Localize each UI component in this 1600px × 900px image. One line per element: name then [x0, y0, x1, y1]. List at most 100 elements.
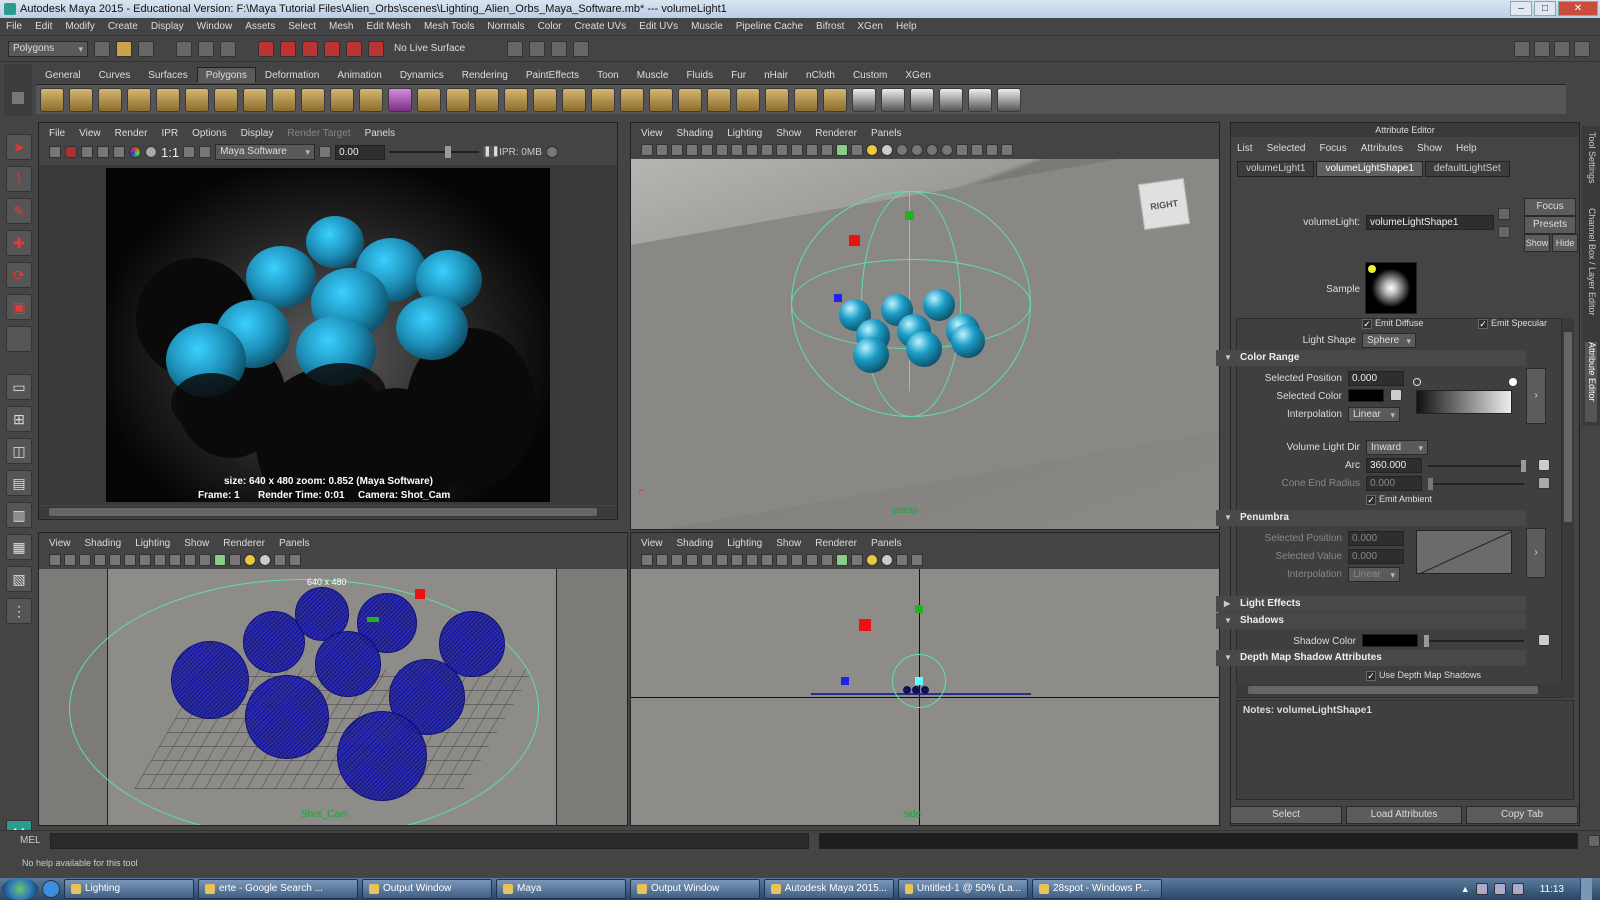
wireframe-on-shaded-icon[interactable] [836, 144, 848, 156]
shelf-uv-editor-icon[interactable] [939, 87, 963, 112]
resolution-gate-icon[interactable] [731, 144, 743, 156]
render-frame-icon[interactable] [529, 40, 546, 57]
cone-end-radius-field[interactable]: 0.000 [1366, 476, 1422, 491]
show-desktop-button[interactable] [1580, 878, 1592, 900]
menu-display[interactable]: Display [151, 21, 184, 32]
bookmark-icon[interactable] [79, 554, 91, 566]
shelf-tab-polygons[interactable]: Polygons [196, 67, 256, 83]
rv-menu-file[interactable]: File [49, 128, 65, 139]
use-depth-map-checkbox[interactable]: ✓ Use Depth Map Shadows [1366, 670, 1481, 681]
side-menu-shading[interactable]: Shading [677, 538, 714, 549]
camera-attr-icon[interactable] [656, 144, 668, 156]
exposure-slider[interactable] [389, 146, 480, 158]
taskbar-item-output-window[interactable]: Output Window [630, 879, 760, 899]
ae-menu-selected[interactable]: Selected [1267, 143, 1306, 154]
persp-menu-show[interactable]: Show [776, 128, 801, 139]
snap-view-icon[interactable] [324, 40, 340, 57]
shelf-tab-rendering[interactable]: Rendering [453, 67, 517, 83]
shelf-pipe-icon[interactable] [243, 87, 267, 112]
flag-icon[interactable] [1475, 883, 1488, 895]
image-plane-icon[interactable] [686, 554, 698, 566]
shadows-icon[interactable] [881, 144, 893, 156]
ramp-handle-end[interactable] [1509, 378, 1517, 386]
safe-title-icon[interactable] [791, 144, 803, 156]
xray-icon[interactable] [971, 144, 983, 156]
shelf-merge-icon[interactable] [765, 87, 789, 112]
exposure-field[interactable]: 0.00 [335, 144, 386, 160]
shelf-tab-fur[interactable]: Fur [722, 67, 755, 83]
penumbra-curve-graph[interactable] [1416, 530, 1512, 574]
emit-ambient-checkbox[interactable]: ✓ Emit Ambient [1366, 494, 1432, 505]
shadow-color-slider[interactable] [1424, 635, 1524, 647]
menu-file[interactable]: File [6, 21, 22, 32]
penumbra-selected-value-field[interactable]: 0.000 [1348, 549, 1404, 564]
rv-menu-ipr[interactable]: IPR [161, 128, 178, 139]
shotcam-menu-panels[interactable]: Panels [279, 538, 310, 549]
taskbar-item-autodesk-maya-2015[interactable]: Autodesk Maya 2015... [764, 879, 894, 899]
persp-viewport[interactable]: RIGHT ⌐ persp [631, 159, 1219, 529]
shadows-icon[interactable] [259, 554, 271, 566]
refresh-icon[interactable] [113, 146, 125, 158]
gate-mask-icon[interactable] [746, 144, 758, 156]
shotcam-menu-view[interactable]: View [49, 538, 71, 549]
hide-button[interactable]: Hide [1552, 234, 1578, 252]
snap-point-icon[interactable] [302, 40, 318, 57]
scale-tool-icon[interactable]: ▣ [6, 294, 32, 320]
shelf-split-icon[interactable] [678, 87, 702, 112]
shelf-tab-painteffects[interactable]: PaintEffects [517, 67, 588, 83]
depth-map-section[interactable]: ▼ Depth Map Shadow Attributes [1216, 650, 1526, 666]
persp-menu-view[interactable]: View [641, 128, 663, 139]
menuset-dropdown[interactable]: Polygons [8, 40, 88, 57]
select-tool-icon[interactable]: ➤ [6, 134, 32, 160]
script-editor-icon[interactable] [1588, 834, 1600, 847]
select-hierarchy-icon[interactable] [176, 40, 192, 57]
menu-mesh-tools[interactable]: Mesh Tools [424, 21, 474, 32]
color-selected-position-field[interactable]: 0.000 [1348, 371, 1404, 386]
rotate-tool-icon[interactable]: ⟳ [6, 262, 32, 288]
side-menu-renderer[interactable]: Renderer [815, 538, 857, 549]
menu-xgen[interactable]: XGen [857, 21, 883, 32]
single-pane-layout-icon[interactable]: ▭ [6, 374, 32, 400]
render-settings-icon[interactable] [573, 40, 590, 57]
shelf-tab-surfaces[interactable]: Surfaces [139, 67, 196, 83]
shelf-reduce-icon[interactable] [475, 87, 499, 112]
textured-icon[interactable] [851, 554, 863, 566]
camera-attr-icon[interactable] [64, 554, 76, 566]
emit-specular-checkbox[interactable]: ✓ Emit Specular [1478, 318, 1547, 329]
shelf-mirror-icon[interactable] [504, 87, 528, 112]
tray-arrow-icon[interactable]: ▲ [1461, 884, 1470, 894]
color-range-section[interactable]: ▼ Color Range [1216, 350, 1526, 366]
grid-icon[interactable] [701, 144, 713, 156]
shadow-color-swatch[interactable] [1362, 634, 1418, 647]
shelf-boolean-icon[interactable] [533, 87, 557, 112]
selected-color-swatch[interactable] [1348, 389, 1384, 402]
ae-menu-attributes[interactable]: Attributes [1361, 143, 1403, 154]
persp-menu-lighting[interactable]: Lighting [727, 128, 762, 139]
ae-tab-defaultlightset[interactable]: defaultLightSet [1424, 161, 1510, 177]
rv-menu-display[interactable]: Display [241, 128, 274, 139]
shelf-tab-deformation[interactable]: Deformation [256, 67, 328, 83]
shotcam-menu-show[interactable]: Show [184, 538, 209, 549]
network-icon[interactable] [1493, 883, 1506, 895]
paint-select-icon[interactable]: ✎ [6, 198, 32, 224]
film-gate-icon[interactable] [716, 554, 728, 566]
rgb-channel-icon[interactable] [129, 146, 141, 158]
render-region-icon[interactable] [65, 146, 77, 158]
grid-icon[interactable] [701, 554, 713, 566]
ae-menu-help[interactable]: Help [1456, 143, 1477, 154]
image-plane-icon[interactable] [94, 554, 106, 566]
taskbar-item-erte-google-search[interactable]: erte - Google Search ... [198, 879, 358, 899]
alpha-channel-icon[interactable] [145, 146, 157, 158]
taskbar-item-untitled-1-50-la[interactable]: Untitled-1 @ 50% (La... [898, 879, 1028, 899]
taskbar-item-output-window[interactable]: Output Window [362, 879, 492, 899]
use-all-lights-icon[interactable] [866, 144, 878, 156]
cone-map-icon[interactable] [1538, 477, 1550, 489]
field-chart-icon[interactable] [761, 554, 773, 566]
start-button[interactable] [2, 878, 38, 900]
shelf-cylinder-icon[interactable] [98, 87, 122, 112]
wireframe-on-shaded-icon[interactable] [214, 554, 226, 566]
copy-tab-button[interactable]: Copy Tab [1466, 806, 1578, 824]
use-all-lights-icon[interactable] [866, 554, 878, 566]
ae-tab-volumelightshape1[interactable]: volumeLightShape1 [1316, 161, 1423, 177]
channel-box-tab[interactable]: Channel Box / Layer Editor [1585, 208, 1597, 338]
